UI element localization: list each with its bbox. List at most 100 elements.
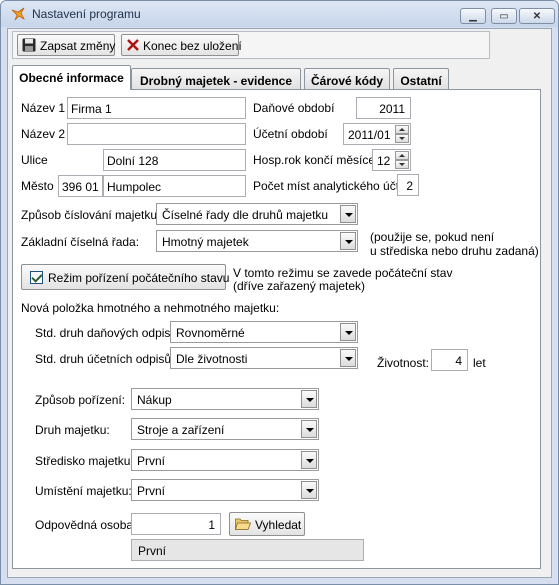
search-person-button[interactable]: Vyhledat [229,512,305,536]
lifetime-label: Životnost: [377,356,430,370]
accounting-depreciation-select[interactable]: Dle životnosti [170,347,358,369]
initial-state-mode-label: Režim pořízení počátečního stavu [48,271,230,285]
tax-period-value: 2011 [379,102,405,116]
app-icon [11,7,25,21]
spin-up-icon[interactable] [395,125,409,134]
folder-open-icon [235,518,251,530]
base-series-value: Hmotný majetek [162,235,249,249]
tax-depreciation-select[interactable]: Rovnoměrné [170,321,358,343]
accounting-depreciation-value: Dle životnosti [176,352,248,366]
name1-value: Firma 1 [71,102,112,116]
asset-location-select[interactable]: První [131,479,319,501]
numbering-method-label: Způsob číslování majetku [21,208,158,222]
postal-code-input[interactable]: 396 01 [58,175,103,197]
general-info-panel: Název 1 Firma 1 Název 2 Ulice Dolní 128 … [12,89,541,569]
tab-label: Čárové kódy [310,74,384,88]
accounting-period-spinner[interactable]: 2011/01 [343,123,411,145]
close-without-saving-button[interactable]: Konec bez uložení [121,34,242,56]
street-input[interactable]: Dolní 128 [103,149,246,171]
window-title: Nastavení programu [32,7,141,21]
chevron-down-icon[interactable] [340,232,356,250]
lifetime-unit: let [473,356,486,370]
new-item-heading: Nová položka hmotného a nehmotného majet… [21,301,280,315]
close-without-saving-label: Konec bez uložení [143,39,242,53]
tab-barcodes[interactable]: Čárové kódy [304,68,390,90]
asset-location-label: Umístění majetku: [35,484,132,498]
floppy-disk-icon [22,38,36,52]
tab-label: Obecné informace [19,71,124,85]
checkbox-checked-icon[interactable] [30,271,43,284]
maximize-button[interactable]: ▭ [491,8,517,24]
chevron-down-icon[interactable] [340,323,356,341]
title-bar[interactable]: Nastavení programu ▁ ▭ ✕ [1,1,558,27]
analytic-digits-label: Počet míst analytického účtu [253,179,406,193]
initial-state-mode-toggle[interactable]: Režim pořízení počátečního stavu [21,264,230,290]
base-series-note-1: (použije se, pokud není [370,230,495,244]
responsible-person-label: Odpovědná osoba: [35,518,137,532]
tax-period-label: Daňové období [253,101,335,115]
analytic-digits-value: 2 [406,179,413,193]
street-label: Ulice [21,153,48,167]
numbering-method-select[interactable]: Číselné řady dle druhů majetku [156,203,358,225]
acquisition-method-value: Nákup [137,393,172,407]
accounting-period-spin-buttons[interactable] [395,125,409,143]
analytic-digits-input[interactable]: 2 [397,174,419,196]
close-button[interactable]: ✕ [519,8,555,24]
postal-code-value: 396 01 [62,180,99,194]
asset-center-select[interactable]: První [131,449,319,471]
name2-label: Název 2 [21,127,66,141]
minimize-icon: ▁ [469,10,477,22]
spin-down-icon[interactable] [395,160,409,169]
initial-mode-note-1: V tomto režimu se zavede počáteční stav [233,266,453,280]
street-value: Dolní 128 [107,154,159,168]
fiscal-year-end-spinner[interactable]: 12 [372,149,411,171]
lifetime-value: 4 [455,354,462,368]
city-input[interactable]: Humpolec [103,175,246,197]
base-series-label: Základní číselná řada: [21,235,140,249]
lifetime-input[interactable]: 4 [431,349,468,371]
cancel-x-icon [127,39,139,51]
spin-down-icon[interactable] [395,134,409,143]
tab-label: Drobný majetek - evidence [139,74,293,88]
name1-input[interactable]: Firma 1 [67,97,246,119]
tax-period-input[interactable]: 2011 [356,97,411,119]
chevron-down-icon[interactable] [301,420,317,438]
close-icon: ✕ [532,10,542,22]
chevron-down-icon[interactable] [340,349,356,367]
asset-type-select[interactable]: Stroje a zařízení [131,418,319,440]
initial-mode-note-2: (dříve zařazený majetek) [233,279,366,293]
asset-location-value: První [137,484,166,498]
city-label: Město [21,179,54,193]
tab-general-info[interactable]: Obecné informace [12,65,131,90]
chevron-down-icon[interactable] [340,205,356,223]
search-person-label: Vyhledat [255,518,302,532]
tab-other[interactable]: Ostatní [393,68,449,90]
fiscal-year-end-value: 12 [377,154,391,168]
base-series-select[interactable]: Hmotný majetek [156,230,358,252]
toolbar: Zapsat změny Konec bez uložení [12,31,490,59]
save-button[interactable]: Zapsat změny [17,34,115,56]
responsible-person-value: 1 [208,518,215,532]
acquisition-method-select[interactable]: Nákup [131,388,319,410]
accounting-depreciation-label: Std. druh účetních odpisů [35,352,172,366]
chevron-down-icon[interactable] [301,390,317,408]
fiscal-year-end-spin-buttons[interactable] [395,151,409,169]
chevron-down-icon[interactable] [301,481,317,499]
accounting-period-label: Účetní období [253,127,328,141]
asset-center-label: Středisko majetku: [35,454,134,468]
name2-input[interactable] [67,123,246,145]
settings-window: Nastavení programu ▁ ▭ ✕ Zapsat změny Ko… [0,0,559,585]
chevron-down-icon[interactable] [301,451,317,469]
responsible-person-input[interactable]: 1 [131,513,221,535]
tax-depreciation-label: Std. druh daňových odpisů [35,326,178,340]
tax-depreciation-value: Rovnoměrné [176,326,245,340]
asset-type-label: Druh majetku: [35,423,110,437]
city-value: Humpolec [107,180,162,194]
minimize-button[interactable]: ▁ [460,8,486,24]
tab-small-assets[interactable]: Drobný majetek - evidence [131,68,301,90]
spin-up-icon[interactable] [395,151,409,160]
accounting-period-value: 2011/01 [348,128,391,142]
responsible-person-name: První [131,539,364,561]
dialog-client-area: Zapsat změny Konec bez uložení Obecné in… [7,28,552,578]
asset-center-value: První [137,454,166,468]
